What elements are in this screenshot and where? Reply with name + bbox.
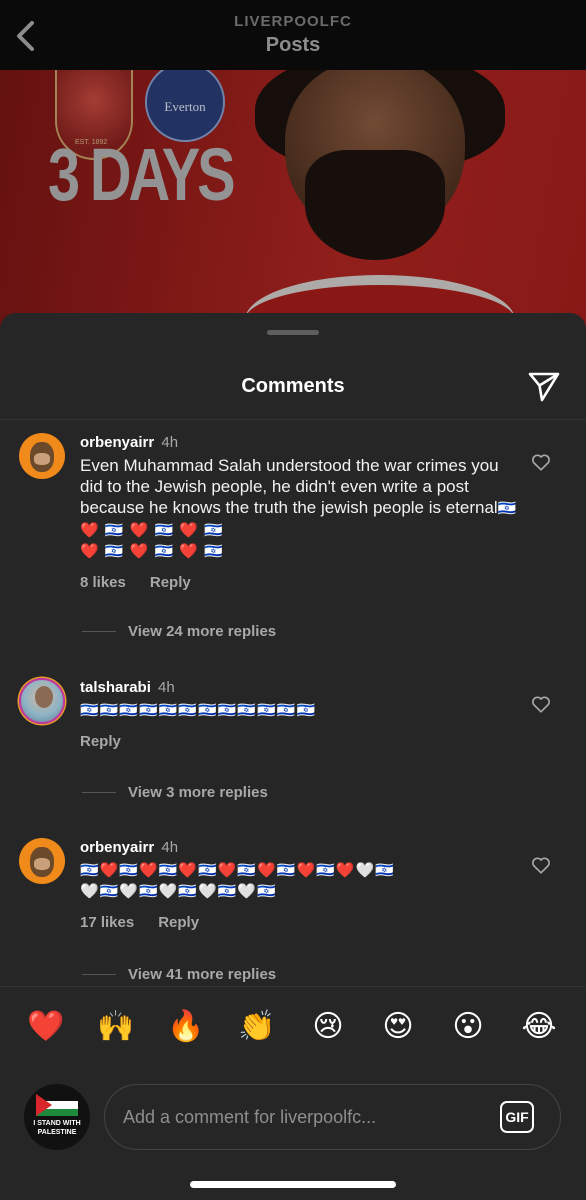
comments-title: Comments	[241, 375, 345, 397]
comment-input[interactable]	[123, 1085, 483, 1149]
reaction-heart-eyes[interactable]: 😍	[378, 1009, 418, 1045]
top-navigation-bar: LIVERPOOLFC Posts	[0, 0, 586, 70]
gif-button[interactable]: GIF	[500, 1101, 534, 1133]
paper-plane-icon[interactable]	[527, 369, 561, 403]
replies-line	[82, 631, 116, 632]
comment-meta: Reply	[80, 733, 520, 750]
everton-crest-text: Everton	[164, 99, 206, 114]
comment-meta: 17 likes Reply	[80, 914, 520, 931]
comment-text-body: Even Muhammad Salah understood the war c…	[80, 456, 499, 517]
comment-emojis: 🇮🇱❤️🇮🇱❤️🇮🇱❤️🇮🇱❤️🇮🇱❤️🇮🇱❤️🇮🇱❤️🤍🇮🇱	[80, 862, 395, 879]
account-name: LIVERPOOLFC	[234, 13, 352, 30]
comment-time: 4h	[161, 839, 179, 856]
view-replies-label: View 3 more replies	[128, 784, 268, 801]
reaction-crying[interactable]: 😢	[308, 1009, 348, 1045]
comment-emojis: 🇮🇱🇮🇱🇮🇱🇮🇱🇮🇱🇮🇱🇮🇱🇮🇱🇮🇱🇮🇱🇮🇱🇮🇱	[80, 702, 317, 719]
comment-input-box[interactable]: GIF	[104, 1084, 561, 1150]
reply-button[interactable]: Reply	[150, 574, 191, 591]
likes-count[interactable]: 8 likes	[80, 574, 126, 591]
avatar[interactable]	[19, 433, 65, 479]
view-more-replies-button[interactable]: View 41 more replies	[82, 966, 276, 983]
comment-emojis-line2: ❤️ 🇮🇱 ❤️ 🇮🇱 ❤️ 🇮🇱	[80, 543, 224, 560]
quick-reactions-bar: ❤️ 🙌 🔥 👏 😢 😍 😮 😂	[0, 986, 586, 1066]
reply-button[interactable]: Reply	[80, 733, 121, 750]
header-divider	[0, 419, 586, 420]
reaction-heart[interactable]: ❤️	[26, 1009, 66, 1045]
reaction-laughing[interactable]: 😂	[519, 1009, 559, 1045]
view-replies-label: View 24 more replies	[128, 623, 277, 640]
everton-crest-logo: Everton	[145, 70, 225, 142]
comment-meta: 8 likes Reply	[80, 574, 520, 591]
heart-outline-icon[interactable]	[530, 693, 552, 715]
crest-est-text: EST. 1892	[75, 139, 108, 146]
view-replies-label: View 41 more replies	[128, 966, 277, 983]
comment-username[interactable]: orbenyairr	[80, 434, 154, 451]
player-photo	[245, 70, 515, 330]
sheet-drag-handle[interactable]	[267, 330, 319, 335]
palestine-flag-icon	[36, 1094, 78, 1116]
comment-composer: I STAND WITH PALESTINE GIF	[0, 1066, 586, 1200]
my-avatar[interactable]: I STAND WITH PALESTINE	[24, 1084, 90, 1150]
liverpool-crest-logo: EST. 1892	[55, 70, 133, 160]
post-image[interactable]: EST. 1892 Everton 3 DAYS	[0, 70, 586, 330]
comment-text: 🇮🇱❤️🇮🇱❤️🇮🇱❤️🇮🇱❤️🇮🇱❤️🇮🇱❤️🇮🇱❤️🤍🇮🇱 🤍🇮🇱🤍🇮🇱🤍🇮…	[80, 860, 520, 902]
comment-emojis-line2: 🤍🇮🇱🤍🇮🇱🤍🇮🇱🤍🇮🇱🤍🇮🇱	[80, 883, 277, 900]
reaction-surprised[interactable]: 😮	[448, 1009, 488, 1045]
comment-time: 4h	[158, 679, 175, 696]
comment-text: Even Muhammad Salah understood the war c…	[80, 455, 520, 562]
avatar[interactable]	[19, 838, 65, 884]
comment-header: orbenyairr 4h	[80, 838, 520, 858]
comment-time: 4h	[161, 434, 179, 451]
view-more-replies-button[interactable]: View 3 more replies	[82, 784, 268, 801]
reply-button[interactable]: Reply	[158, 914, 199, 931]
replies-line	[82, 792, 116, 793]
reaction-raised-hands[interactable]: 🙌	[96, 1009, 136, 1045]
heart-outline-icon[interactable]	[530, 451, 552, 473]
avatar-caption: I STAND WITH PALESTINE	[33, 1120, 81, 1136]
home-indicator	[190, 1181, 396, 1188]
comment-body: orbenyairr 4h 🇮🇱❤️🇮🇱❤️🇮🇱❤️🇮🇱❤️🇮🇱❤️🇮🇱❤️🇮🇱…	[80, 838, 520, 931]
comment-header: orbenyairr 4h	[80, 433, 520, 453]
comment-body: orbenyairr 4h Even Muhammad Salah unders…	[80, 433, 520, 591]
replies-line	[82, 974, 116, 975]
reaction-clap[interactable]: 👏	[237, 1009, 277, 1045]
comment-username[interactable]: orbenyairr	[80, 839, 154, 856]
view-more-replies-button[interactable]: View 24 more replies	[82, 623, 276, 640]
likes-count[interactable]: 17 likes	[80, 914, 134, 931]
avatar[interactable]	[19, 678, 65, 724]
comments-sheet: Comments orbenyairr 4h Even Muhammad Sal…	[0, 313, 586, 1200]
comment-header: talsharabi 4h	[80, 678, 520, 698]
reaction-fire[interactable]: 🔥	[166, 1009, 206, 1045]
page-title: Posts	[265, 34, 321, 56]
comment-body: talsharabi 4h 🇮🇱🇮🇱🇮🇱🇮🇱🇮🇱🇮🇱🇮🇱🇮🇱🇮🇱🇮🇱🇮🇱🇮🇱 R…	[80, 678, 520, 750]
countdown-text: 3 DAYS	[48, 133, 236, 216]
comment-username[interactable]: talsharabi	[80, 679, 151, 696]
heart-outline-icon[interactable]	[530, 854, 552, 876]
